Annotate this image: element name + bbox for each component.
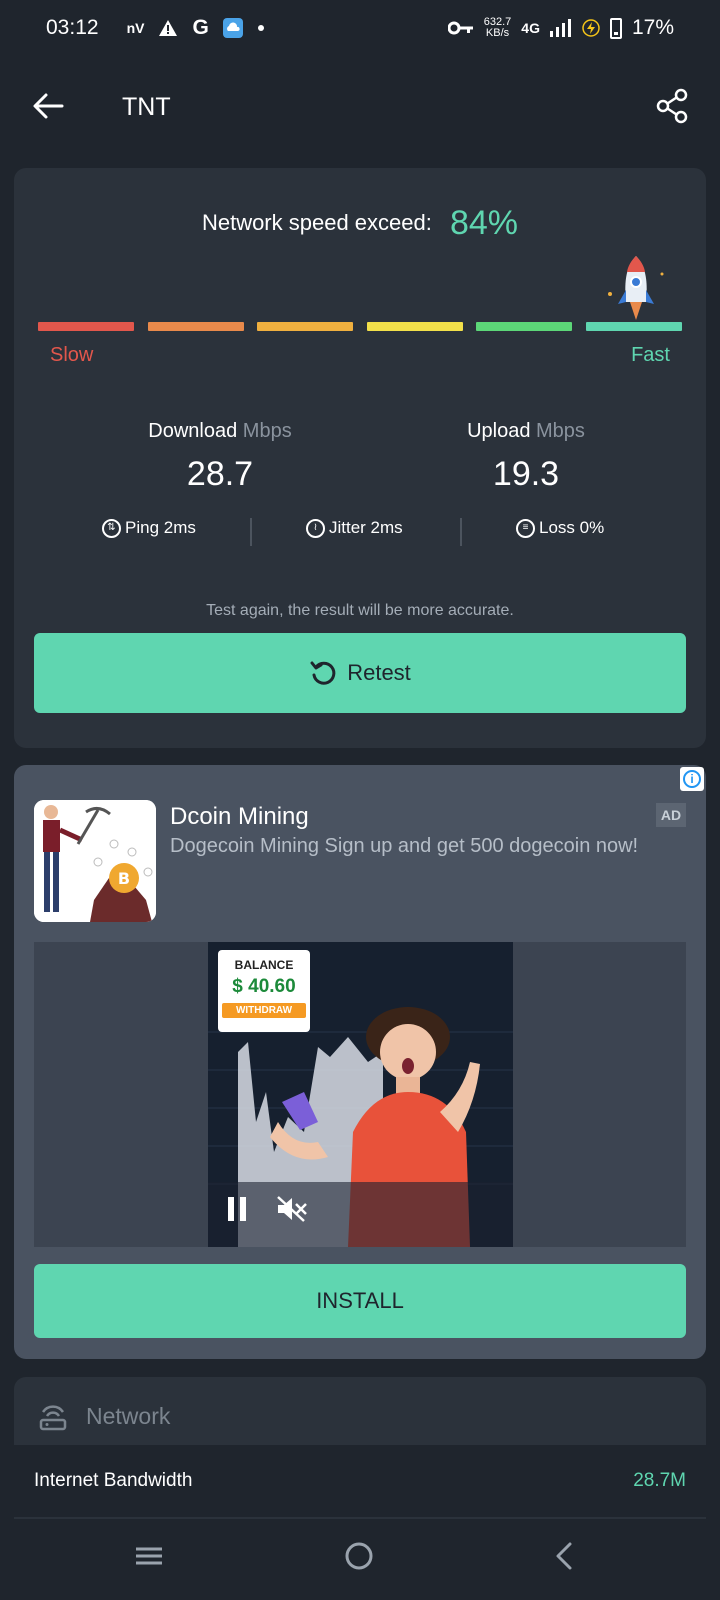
retest-label: Retest: [347, 660, 411, 685]
speed-exceed-value: 84%: [449, 204, 519, 242]
home-icon[interactable]: [344, 1541, 374, 1571]
download-value: 28.7: [186, 455, 254, 493]
router-icon: [39, 1405, 67, 1431]
balance-title: BALANCE: [234, 958, 294, 972]
download-unit: Mbps: [242, 420, 292, 442]
loss-label: Loss 0%: [539, 518, 605, 537]
ad-app-icon[interactable]: B: [34, 800, 156, 922]
battery-level: 17%: [631, 16, 674, 39]
signal-icon: [549, 19, 571, 37]
loss-stat: ≡ Loss 0%: [516, 518, 604, 538]
dot-icon: [257, 25, 264, 31]
back-arrow-icon[interactable]: [30, 88, 66, 124]
scale-segment: [366, 322, 463, 331]
network-rate: 632.7 KB/s: [484, 17, 512, 39]
network-type: 4G: [521, 20, 540, 36]
slow-label: Slow: [50, 344, 94, 366]
ad-title[interactable]: Dcoin Mining: [170, 803, 309, 831]
scale-segment: [257, 322, 354, 331]
mute-icon[interactable]: [276, 1195, 308, 1223]
nav-back-icon[interactable]: [552, 1541, 576, 1571]
scale-segment: [476, 322, 573, 331]
charging-icon: [582, 19, 600, 37]
svg-text:B: B: [118, 869, 130, 888]
fast-label: Fast: [631, 344, 670, 366]
speed-exceed-line: Network speed exceed: 84%: [14, 204, 706, 243]
retest-hint: Test again, the result will be more accu…: [206, 602, 514, 619]
ping-label: Ping 2ms: [125, 518, 196, 537]
divider: [250, 518, 252, 546]
network-card: Network Internet Bandwidth 28.7M: [14, 1377, 706, 1537]
ad-video[interactable]: BALANCE $ 40.60 WITHDRAW: [208, 942, 513, 1247]
upload-metric: Upload Mbps 19.3: [406, 420, 646, 494]
loss-icon: ≡: [516, 518, 535, 538]
network-section-header: Network: [38, 1401, 170, 1431]
network-rate-unit: KB/s: [485, 27, 510, 39]
google-notification-icon: G: [192, 16, 209, 39]
recent-apps-icon[interactable]: [134, 1541, 164, 1571]
ad-description: Dogecoin Mining Sign up and get 500 doge…: [170, 835, 639, 857]
internet-bandwidth-row: Internet Bandwidth 28.7M: [14, 1445, 706, 1517]
divider: [460, 518, 462, 546]
status-bar: 03:12 nV G 632.7 KB/s 4G 17%: [0, 0, 720, 56]
rocket-icon: [608, 256, 664, 320]
speed-exceed-label: Network speed exceed:: [201, 210, 432, 235]
ping-stat: ⇅ Ping 2ms: [102, 518, 196, 538]
ad-card[interactable]: i B Dcoin Mining Dogecoin Mining Sign up…: [14, 765, 706, 1359]
battery-icon: [609, 17, 622, 39]
retest-button[interactable]: Retest: [34, 633, 686, 713]
row-value: 28.7M: [633, 1470, 686, 1491]
balance-value: $ 40.60: [232, 976, 296, 997]
speed-result-card: Network speed exceed: 84% Slow Fast Down…: [14, 168, 706, 748]
upload-value: 19.3: [492, 455, 560, 493]
vpn-key-icon: [447, 21, 473, 35]
download-metric: Download Mbps 28.7: [100, 420, 340, 494]
refresh-icon: [310, 661, 336, 685]
video-controls: [228, 1195, 308, 1223]
ad-info-button[interactable]: i: [680, 767, 704, 791]
speed-scale: [38, 322, 682, 331]
share-icon[interactable]: [656, 88, 688, 124]
upload-unit: Mbps: [536, 420, 585, 442]
scale-segment: [147, 322, 244, 331]
ad-badge: AD: [656, 803, 686, 827]
warning-icon: [159, 20, 178, 36]
navigation-bar: [0, 1519, 720, 1600]
latency-stats: ⇅ Ping 2ms ≀ Jitter 2ms ≡ Loss 0%: [14, 518, 706, 548]
install-button[interactable]: INSTALL: [34, 1264, 686, 1338]
nv-notification-icon: nV: [126, 20, 145, 36]
withdraw-label: WITHDRAW: [222, 1003, 306, 1018]
pause-icon[interactable]: [228, 1197, 246, 1221]
jitter-stat: ≀ Jitter 2ms: [306, 518, 403, 538]
row-label: Internet Bandwidth: [34, 1470, 193, 1491]
balance-badge: BALANCE $ 40.60 WITHDRAW: [218, 950, 310, 1032]
scale-segment: [585, 322, 682, 331]
scale-segment: [38, 322, 134, 331]
info-icon: i: [683, 770, 701, 788]
jitter-label: Jitter 2ms: [329, 518, 403, 537]
clock: 03:12: [46, 16, 99, 39]
download-label: Download: [148, 420, 238, 442]
ping-icon: ⇅: [102, 518, 121, 538]
miner-illustration: B: [34, 800, 156, 922]
ad-media[interactable]: BALANCE $ 40.60 WITHDRAW: [34, 942, 686, 1247]
upload-label: Upload: [467, 420, 531, 442]
cloud-app-icon: [222, 18, 243, 38]
jitter-icon: ≀: [306, 518, 325, 538]
network-section-title: Network: [86, 1402, 171, 1429]
app-bar: TNT: [0, 60, 720, 156]
page-title: TNT: [122, 93, 171, 121]
